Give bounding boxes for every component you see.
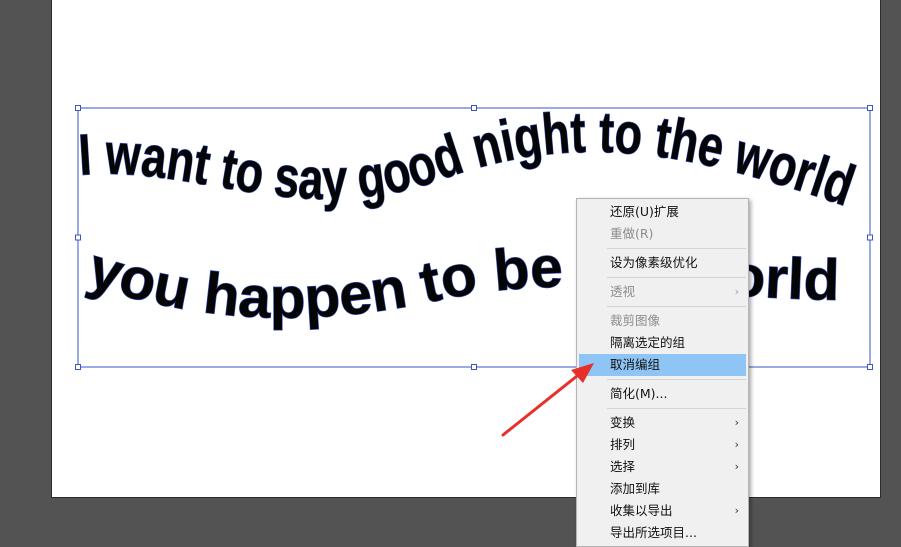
menu-separator bbox=[607, 306, 746, 307]
resize-handle-middle-left[interactable] bbox=[75, 234, 81, 241]
resize-handle-bottom-right[interactable] bbox=[867, 364, 873, 370]
menu-item-transform[interactable]: 变换 › bbox=[577, 412, 748, 434]
menu-item-redo[interactable]: 重做(R) bbox=[577, 223, 748, 245]
menu-separator bbox=[607, 277, 746, 278]
chevron-right-icon: › bbox=[734, 504, 739, 517]
resize-handle-middle-right[interactable] bbox=[867, 234, 873, 241]
menu-item-label: 透视 bbox=[610, 284, 636, 299]
menu-item-label: 还原(U)扩展 bbox=[610, 204, 679, 219]
menu-item-select[interactable]: 选择 › bbox=[577, 456, 748, 478]
resize-handle-bottom-left[interactable] bbox=[75, 364, 81, 370]
menu-item-label: 重做(R) bbox=[610, 226, 654, 241]
menu-item-label: 排列 bbox=[610, 437, 636, 452]
menu-item-label: 添加到库 bbox=[610, 481, 661, 496]
menu-item-label: 裁剪图像 bbox=[610, 313, 661, 328]
menu-separator bbox=[607, 379, 746, 380]
chevron-right-icon: › bbox=[734, 438, 739, 451]
menu-item-collect-for-export[interactable]: 收集以导出 › bbox=[577, 500, 748, 522]
menu-item-label: 设为像素级优化 bbox=[610, 255, 698, 270]
menu-item-pixel-optimize[interactable]: 设为像素级优化 bbox=[577, 252, 748, 274]
resize-handle-top-left[interactable] bbox=[75, 105, 81, 111]
menu-item-label: 简化(M)... bbox=[610, 386, 668, 401]
resize-handle-bottom-center[interactable] bbox=[471, 364, 477, 370]
menu-item-label: 收集以导出 bbox=[610, 503, 673, 518]
menu-item-label: 隔离选定的组 bbox=[610, 335, 686, 350]
menu-item-simplify[interactable]: 简化(M)... bbox=[577, 383, 748, 405]
chevron-right-icon: › bbox=[734, 416, 739, 429]
menu-item-ungroup[interactable]: 取消编组 bbox=[579, 354, 746, 376]
menu-item-label: 取消编组 bbox=[610, 357, 661, 372]
menu-item-undo-expand[interactable]: 还原(U)扩展 bbox=[577, 201, 748, 223]
menu-item-label: 导出所选项目... bbox=[610, 525, 697, 540]
menu-item-label: 变换 bbox=[610, 415, 636, 430]
menu-item-label: 选择 bbox=[610, 459, 636, 474]
artwork-layer: I want to say good night to the world yo… bbox=[75, 99, 873, 370]
chevron-right-icon: › bbox=[734, 285, 739, 298]
context-menu[interactable]: 还原(U)扩展 重做(R) 设为像素级优化 透视 › 裁剪图像 隔离选定的组 取… bbox=[576, 198, 749, 547]
menu-item-isolate-group[interactable]: 隔离选定的组 bbox=[577, 332, 748, 354]
menu-item-arrange[interactable]: 排列 › bbox=[577, 434, 748, 456]
menu-item-perspective[interactable]: 透视 › bbox=[577, 281, 748, 303]
menu-separator bbox=[607, 408, 746, 409]
menu-item-export-selection[interactable]: 导出所选项目... bbox=[577, 522, 748, 544]
menu-item-crop-image[interactable]: 裁剪图像 bbox=[577, 310, 748, 332]
menu-separator bbox=[607, 248, 746, 249]
resize-handle-top-right[interactable] bbox=[867, 105, 873, 111]
chevron-right-icon: › bbox=[734, 460, 739, 473]
menu-item-add-to-library[interactable]: 添加到库 bbox=[577, 478, 748, 500]
resize-handle-top-center[interactable] bbox=[471, 105, 477, 111]
